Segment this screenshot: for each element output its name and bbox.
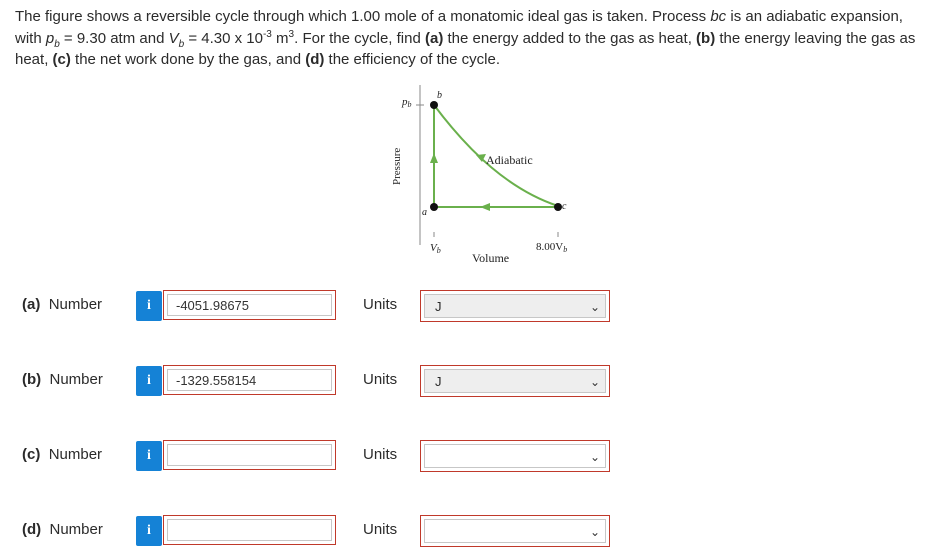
point-c <box>554 203 562 211</box>
units-label: Units <box>363 446 398 463</box>
units-select-value[interactable]: J ⌄ <box>424 369 606 393</box>
vb-symbol: V <box>168 29 179 47</box>
units-label: Units <box>363 521 398 538</box>
problem-text: the net work done by the gas, and <box>70 51 306 68</box>
info-icon[interactable]: i <box>136 291 162 321</box>
chevron-down-icon[interactable]: ⌄ <box>590 295 600 319</box>
pb-symbol: p <box>45 29 55 47</box>
number-input[interactable] <box>163 440 336 470</box>
info-icon[interactable]: i <box>136 366 162 396</box>
answer-row: (d) Number i Units ⌄ <box>0 513 929 549</box>
c-point-label: c <box>562 201 567 212</box>
point-b <box>430 101 438 109</box>
number-input[interactable]: -4051.98675 <box>163 290 336 320</box>
number-label: Number <box>49 371 103 388</box>
vc-tick-label: 8.00Vb <box>536 241 567 254</box>
y-axis-label: Pressure <box>391 148 403 185</box>
number-label: Number <box>48 446 103 463</box>
number-input-value[interactable]: -1329.558154 <box>167 369 332 391</box>
process-bc: bc <box>710 8 727 25</box>
vb-exponent: -3 <box>262 28 272 40</box>
problem-text: The figure shows a reversible cycle thro… <box>15 8 711 25</box>
arrow-left-icon <box>480 203 490 211</box>
part-d-label: (d) <box>305 51 325 68</box>
chevron-down-icon[interactable]: ⌄ <box>590 445 600 469</box>
question-part: (a) <box>22 296 41 313</box>
number-input-value[interactable] <box>167 444 332 466</box>
info-icon[interactable]: i <box>136 516 162 546</box>
number-input[interactable]: -1329.558154 <box>163 365 336 395</box>
vb-tick-label: Vb <box>430 242 441 255</box>
number-input-value[interactable]: -4051.98675 <box>167 294 332 316</box>
number-label: Number <box>49 521 103 538</box>
units-label: Units <box>363 371 398 388</box>
info-icon[interactable]: i <box>136 441 162 471</box>
units-select-value[interactable]: J ⌄ <box>424 294 606 318</box>
units-select[interactable]: ⌄ <box>420 440 610 472</box>
question-part: (d) <box>22 521 42 538</box>
question-label: (a) Number <box>22 296 127 313</box>
units-select[interactable]: J ⌄ <box>420 365 610 397</box>
units-select[interactable]: J ⌄ <box>420 290 610 322</box>
number-input-value[interactable] <box>167 519 332 541</box>
problem-text: . For the cycle, find <box>294 29 425 47</box>
chevron-down-icon[interactable]: ⌄ <box>590 370 600 394</box>
part-b-label: (b) <box>696 29 716 47</box>
x-axis-label: Volume <box>472 251 509 265</box>
problem-text: the energy added to the gas as heat, <box>443 29 697 47</box>
arrow-up-icon <box>430 153 438 163</box>
selected-unit: J <box>435 374 442 389</box>
question-label: (b) Number <box>22 371 127 388</box>
pv-diagram-svg: pb b a c Adiabatic Pressure Vb 8.00Vb Vo… <box>391 85 567 265</box>
number-label: Number <box>48 296 103 313</box>
units-label: Units <box>363 296 398 313</box>
units-select-value[interactable]: ⌄ <box>424 444 606 468</box>
b-point-label: b <box>437 90 442 101</box>
number-input[interactable] <box>163 515 336 545</box>
part-a-label: (a) <box>425 29 444 47</box>
pv-diagram: pb b a c Adiabatic Pressure Vb 8.00Vb Vo… <box>380 85 610 270</box>
chevron-down-icon[interactable]: ⌄ <box>590 520 600 544</box>
question-label: (d) Number <box>22 521 127 538</box>
answer-row: (b) Number i -1329.558154 Units J ⌄ <box>0 363 929 399</box>
answer-row: (a) Number i -4051.98675 Units J ⌄ <box>0 288 929 324</box>
units-select-value[interactable]: ⌄ <box>424 519 606 543</box>
problem-text: the efficiency of the cycle. <box>324 51 501 68</box>
question-part: (b) <box>22 371 42 388</box>
adiabatic-label: Adiabatic <box>486 153 533 167</box>
pb-value: = 9.30 atm and <box>59 29 169 47</box>
point-a <box>430 203 438 211</box>
vb-unit: m <box>271 29 289 47</box>
problem-statement: The figure shows a reversible cycle thro… <box>15 6 925 71</box>
pb-label: pb <box>401 96 412 109</box>
a-point-label: a <box>422 207 427 218</box>
part-c-label: (c) <box>52 51 71 68</box>
units-select[interactable]: ⌄ <box>420 515 610 547</box>
answer-row: (c) Number i Units ⌄ <box>0 438 929 474</box>
question-label: (c) Number <box>22 446 127 463</box>
vb-value: = 4.30 x 10 <box>184 29 263 47</box>
selected-unit: J <box>435 299 442 314</box>
question-part: (c) <box>22 446 41 463</box>
